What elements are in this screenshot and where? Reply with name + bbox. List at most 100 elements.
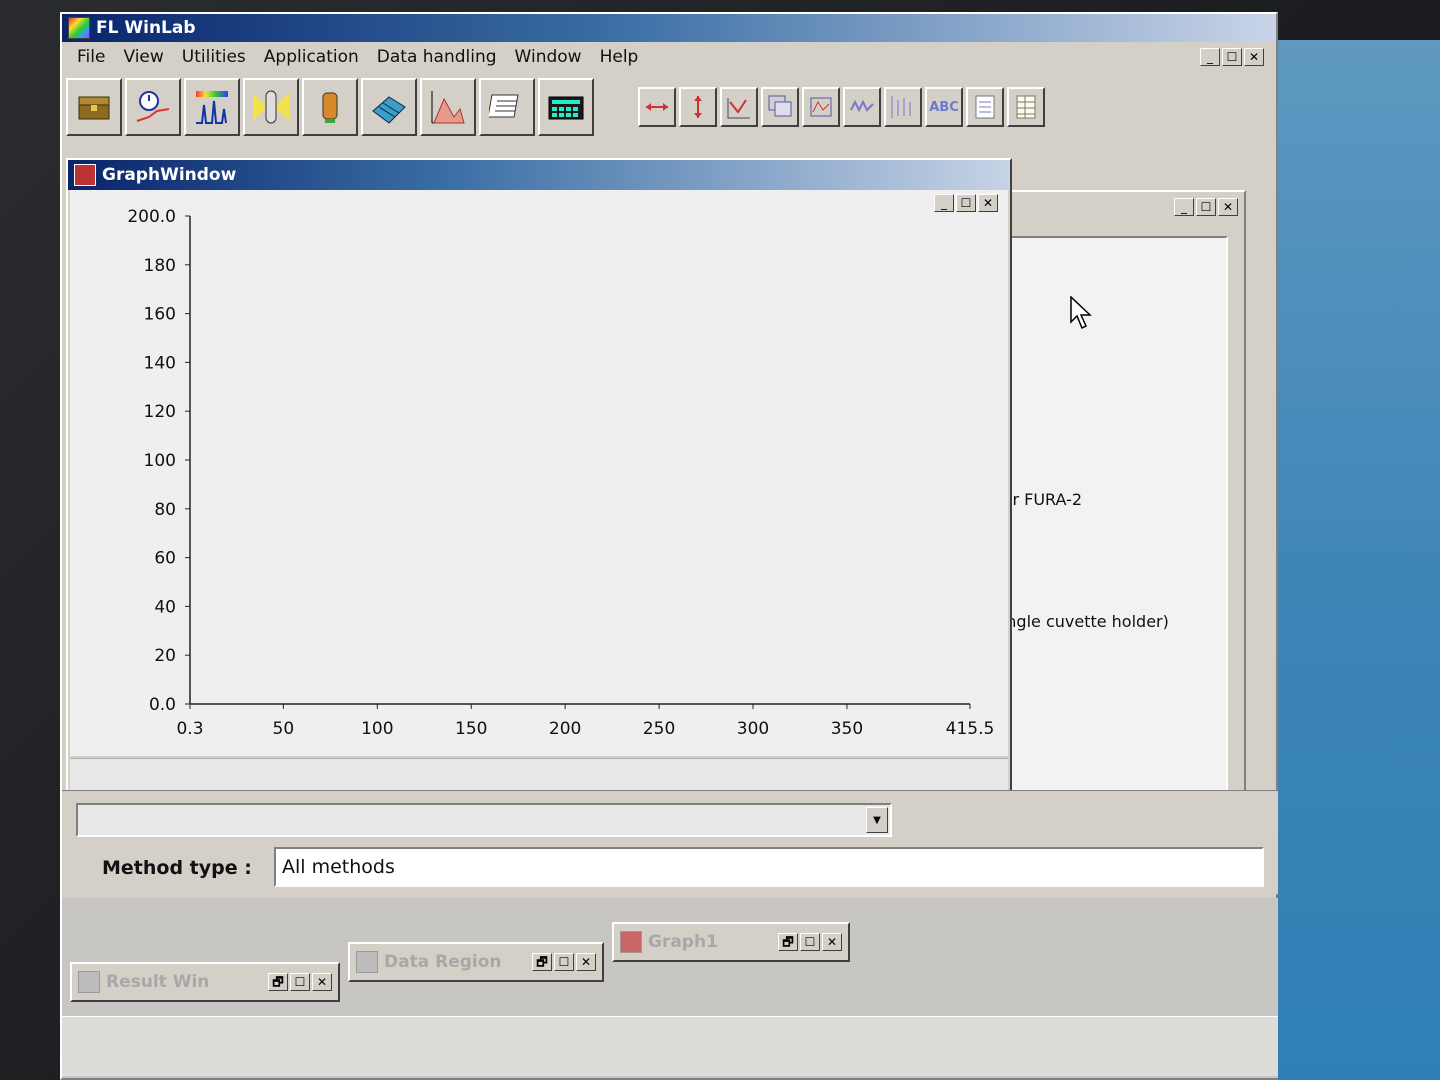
graph-window: GraphWindow 0.0 20 40 60 80 100 120 140 160 180 20… [66,158,1012,798]
peak-label-button[interactable] [884,87,922,127]
close-button[interactable]: ✕ [312,973,332,991]
autoscale-y-icon [694,96,702,118]
timedrive-button[interactable] [125,78,181,136]
status-bar [62,1016,1278,1076]
menu-help[interactable]: Help [591,47,648,67]
minimized-result-window[interactable]: Result Win 🗗 ☐ ✕ [70,962,340,1002]
method-window-close-button[interactable]: ✕ [1218,198,1238,216]
maximize-button[interactable]: ☐ [290,973,310,991]
x-tick-label: 250 [643,719,675,739]
y-tick-label: 0.0 [149,695,176,715]
method-type-label: Method type : [102,857,252,879]
lamp-icon [253,90,289,124]
menu-utilities[interactable]: Utilities [173,47,255,67]
smooth-button[interactable] [843,87,881,127]
table-icon [1016,95,1036,119]
minimized-window-label: Data Region [384,952,502,972]
cuvette-button[interactable] [302,78,358,136]
graph-window-icon [74,164,96,186]
mdi-close-button[interactable]: ✕ [1244,48,1264,66]
app-titlebar: FL WinLab [62,14,1276,42]
peak-icon [431,91,465,124]
restore-button[interactable]: 🗗 [532,953,552,971]
menu-application[interactable]: Application [255,47,368,67]
restore-button[interactable]: 🗗 [778,933,798,951]
plot-area[interactable]: 0.0 20 40 60 80 100 120 140 160 180 200.0 0.3 50 100 1… [70,190,1008,756]
treasure-chest-icon [78,96,110,120]
method-filter-panel: ▼ Method type : All methods [62,790,1278,894]
x-tick-label: 300 [737,719,769,739]
graph-minimize-button[interactable]: _ [934,194,954,212]
x-tick-label: 150 [455,719,487,739]
scan-spectrum-button[interactable] [184,78,240,136]
graph-status-bar [70,758,1008,794]
fl-winlab-logo-icon [68,17,90,39]
x-tick-label: 200 [549,719,581,739]
x-tick-label: 415.5 [946,719,995,739]
close-button[interactable]: ✕ [576,953,596,971]
menu-file[interactable]: File [68,47,114,67]
mdi-window-controls: _ ☐ ✕ [1200,48,1264,66]
menu-window[interactable]: Window [506,47,591,67]
minimized-graph1-window[interactable]: Graph1 🗗 ☐ ✕ [612,922,850,962]
print-report-icon [975,95,995,119]
method-window-maximize-button[interactable]: ☐ [1196,198,1216,216]
3d-plot-icon [372,96,406,124]
3d-view-button[interactable] [361,78,417,136]
menu-data-handling[interactable]: Data handling [368,47,506,67]
timedrive-icon [136,91,170,122]
method-window-minimize-button[interactable]: _ [1174,198,1194,216]
result-window-icon [78,971,100,993]
method-type-select[interactable]: All methods [274,847,1264,887]
methods-library-button[interactable] [66,78,122,136]
print-report-button[interactable] [966,87,1004,127]
keypad-button[interactable] [538,78,594,136]
close-button[interactable]: ✕ [822,933,842,951]
graph-close-button[interactable]: ✕ [978,194,998,212]
minimized-window-label: Result Win [106,972,210,992]
graph1-icon [620,931,642,953]
derivative-icon [810,97,832,117]
graph-window-controls: _ ☐ ✕ [934,194,998,212]
mdi-maximize-button[interactable]: ☐ [1222,48,1242,66]
method-group-dropdown[interactable]: ▼ [76,803,892,837]
main-toolbar: ABC [62,74,1242,140]
mouse-pointer-icon [1070,296,1092,330]
graph-window-title: GraphWindow [102,165,237,185]
minimized-window-label: Graph1 [648,932,718,952]
table-view-button[interactable] [1007,87,1045,127]
data-list-button[interactable] [479,78,535,136]
lamp-button[interactable] [243,78,299,136]
autoscale-y-button[interactable] [679,87,717,127]
autoscale-x-icon [646,103,668,111]
fl-winlab-app-window: FL WinLab File View Utilities Applicatio… [60,12,1278,1080]
keypad-icon [548,96,584,120]
cursor-icon [727,98,750,119]
derivative-button[interactable] [802,87,840,127]
autoscale-x-button[interactable] [638,87,676,127]
peak-pick-button[interactable] [420,78,476,136]
menu-view[interactable]: View [114,47,172,67]
y-tick-label: 80 [154,500,176,520]
minimized-data-region-window[interactable]: Data Region 🗗 ☐ ✕ [348,942,604,982]
cuvette-icon [322,92,338,123]
y-tick-label: 60 [154,549,176,569]
minimized-windows-area: Result Win 🗗 ☐ ✕ Data Region 🗗 ☐ ✕ Graph… [62,898,1278,1078]
maximize-button[interactable]: ☐ [800,933,820,951]
mdi-minimize-button[interactable]: _ [1200,48,1220,66]
graph-maximize-button[interactable]: ☐ [956,194,976,212]
overlay-icon [768,95,792,117]
text-annotation-button[interactable]: ABC [925,87,963,127]
y-tick-label: 100 [144,451,176,471]
y-tick-label: 180 [144,256,176,276]
peak-label-icon [891,96,911,118]
x-tick-label: 100 [361,719,393,739]
overlay-button[interactable] [761,87,799,127]
cursor-mode-button[interactable] [720,87,758,127]
y-tick-label: 120 [144,402,176,422]
y-tick-label: 200.0 [127,207,176,227]
dropdown-arrow-icon[interactable]: ▼ [866,807,888,833]
maximize-button[interactable]: ☐ [554,953,574,971]
x-tick-label: 0.3 [176,719,203,739]
restore-button[interactable]: 🗗 [268,973,288,991]
